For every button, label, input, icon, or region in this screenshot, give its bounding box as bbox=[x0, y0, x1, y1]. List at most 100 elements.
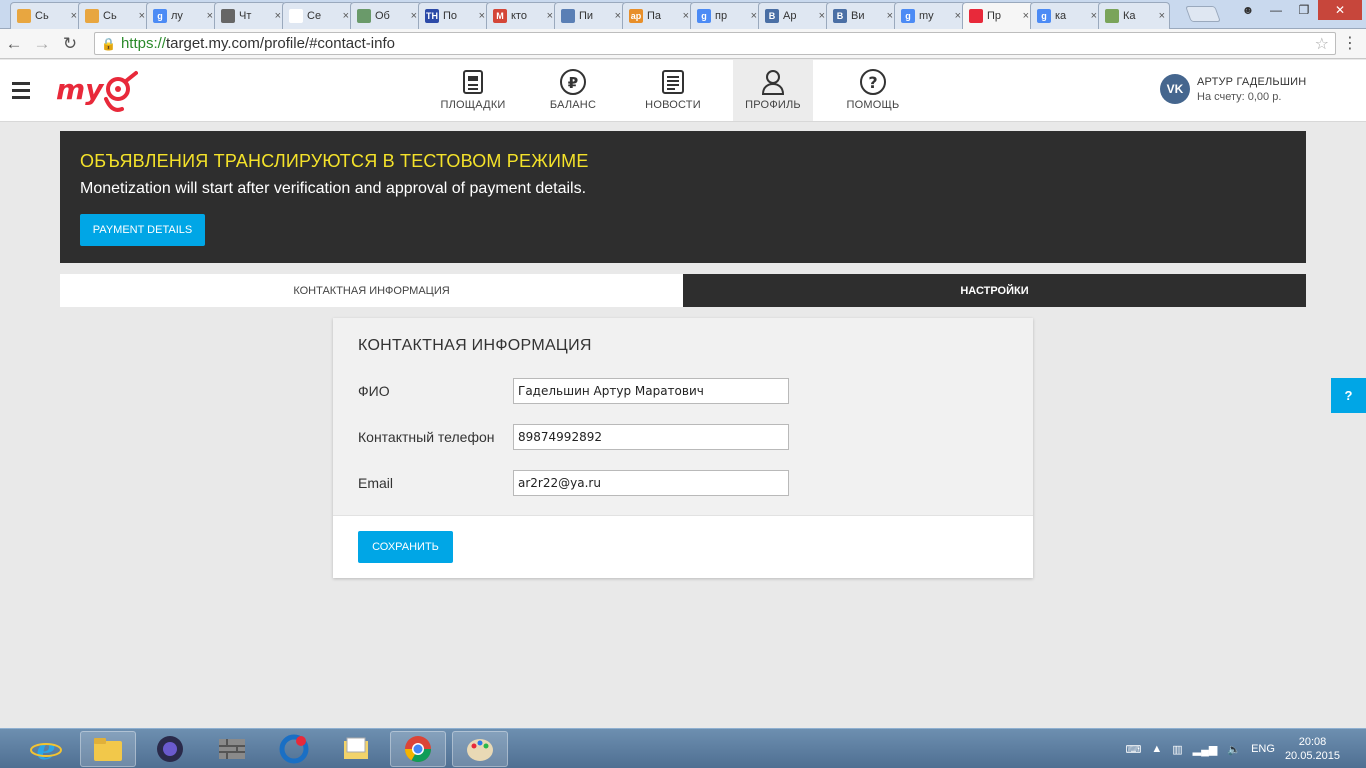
browser-tab[interactable]: Об × bbox=[350, 2, 422, 29]
tab-contact-info[interactable]: КОНТАКТНАЯ ИНФОРМАЦИЯ bbox=[60, 274, 683, 307]
tab-favicon-icon bbox=[289, 9, 303, 23]
payment-details-button[interactable]: PAYMENT DETAILS bbox=[80, 214, 205, 246]
user-account[interactable]: VK АРТУР ГАДЕЛЬШИН На счету: 0,00 р. bbox=[1160, 74, 1306, 104]
tab-close-icon[interactable]: × bbox=[547, 10, 553, 22]
tab-close-icon[interactable]: × bbox=[683, 10, 689, 22]
browser-tab[interactable]: Пр × bbox=[962, 2, 1034, 29]
profile-icon bbox=[761, 70, 785, 95]
tab-favicon-icon: M bbox=[493, 9, 507, 23]
tab-close-icon[interactable]: × bbox=[343, 10, 349, 22]
maximize-button[interactable]: ❐ bbox=[1290, 0, 1318, 20]
back-button[interactable]: ← bbox=[0, 31, 28, 57]
tab-close-icon[interactable]: × bbox=[751, 10, 757, 22]
fullname-label: ФИО bbox=[358, 383, 390, 399]
chrome-icon[interactable] bbox=[390, 731, 446, 767]
tab-close-icon[interactable]: × bbox=[1091, 10, 1097, 22]
signal-icon[interactable]: ▂▄▆ bbox=[1193, 743, 1218, 756]
new-tab-button[interactable] bbox=[1185, 6, 1221, 22]
browser-tab[interactable]: Сь × bbox=[10, 2, 82, 29]
tab-title: Пр bbox=[987, 10, 1002, 22]
browser-tab[interactable]: g my × bbox=[894, 2, 966, 29]
fullname-input[interactable] bbox=[513, 378, 789, 404]
opera-icon[interactable] bbox=[266, 731, 322, 767]
tab-favicon-icon: B bbox=[833, 9, 847, 23]
files-icon[interactable] bbox=[328, 731, 384, 767]
language-indicator[interactable]: ENG bbox=[1251, 743, 1275, 755]
browser-tab[interactable]: ар Па × bbox=[622, 2, 694, 29]
url-scheme: https:// bbox=[120, 35, 166, 52]
paint-icon[interactable] bbox=[452, 731, 508, 767]
browser-tab[interactable]: g лу × bbox=[146, 2, 218, 29]
tab-close-icon[interactable]: × bbox=[479, 10, 485, 22]
bookmark-star-icon[interactable]: ☆ bbox=[1315, 34, 1329, 54]
clock[interactable]: 20:08 20.05.2015 bbox=[1285, 735, 1340, 763]
news-icon bbox=[662, 70, 684, 94]
tab-title: кто bbox=[511, 10, 527, 22]
tab-close-icon[interactable]: × bbox=[955, 10, 961, 22]
tab-close-icon[interactable]: × bbox=[275, 10, 281, 22]
browser-tab[interactable]: Се × bbox=[282, 2, 354, 29]
phone-input[interactable] bbox=[513, 424, 789, 450]
tab-close-icon[interactable]: × bbox=[139, 10, 145, 22]
svg-text:e: e bbox=[36, 733, 55, 765]
mytarget-logo[interactable]: my bbox=[56, 69, 138, 115]
email-input[interactable] bbox=[513, 470, 789, 496]
browser-tab[interactable]: g ка × bbox=[1030, 2, 1102, 29]
ie-icon[interactable]: e bbox=[18, 731, 74, 767]
browser-tab[interactable]: g пр × bbox=[690, 2, 762, 29]
browser-tab[interactable]: ТН По × bbox=[418, 2, 490, 29]
tab-close-icon[interactable]: × bbox=[1023, 10, 1029, 22]
nav-help[interactable]: ? ПОМОЩЬ bbox=[833, 60, 913, 121]
banner-heading: ОБЪЯВЛЕНИЯ ТРАНСЛИРУЮТСЯ В ТЕСТОВОМ РЕЖИ… bbox=[80, 151, 589, 171]
hamburger-menu-icon[interactable] bbox=[12, 82, 30, 103]
tab-favicon-icon: g bbox=[697, 9, 711, 23]
tab-close-icon[interactable]: × bbox=[411, 10, 417, 22]
nav-label: БАЛАНС bbox=[549, 99, 597, 111]
browser-tab[interactable]: Mкто × bbox=[486, 2, 558, 29]
minimize-button[interactable]: — bbox=[1262, 0, 1290, 20]
tab-favicon-icon bbox=[85, 9, 99, 23]
nav-balance[interactable]: ₽ БАЛАНС bbox=[533, 60, 613, 121]
reload-button[interactable]: ↻ bbox=[56, 31, 84, 57]
browser-tab[interactable]: B Ар × bbox=[758, 2, 830, 29]
phone-label: Контактный телефон bbox=[358, 429, 495, 445]
forward-button[interactable]: → bbox=[28, 31, 56, 57]
nav-profile[interactable]: ПРОФИЛЬ bbox=[733, 60, 813, 121]
firewall-icon[interactable] bbox=[204, 731, 260, 767]
browser-menu-icon[interactable]: ⋮ bbox=[1342, 33, 1358, 53]
browser-tab[interactable]: B Ви × bbox=[826, 2, 898, 29]
browser-tab[interactable]: Сь × bbox=[78, 2, 150, 29]
site-header: my ПЛОЩАДКИ ₽ БАЛАНС НОВОСТИ ПРОФИЛЬ ? П… bbox=[0, 60, 1366, 122]
user-icon[interactable]: ☻ bbox=[1234, 0, 1262, 20]
browser-tab[interactable]: Пи × bbox=[554, 2, 626, 29]
network-icon[interactable]: ▥ bbox=[1172, 743, 1182, 756]
close-window-button[interactable]: ✕ bbox=[1318, 0, 1362, 20]
tab-title: Сь bbox=[103, 10, 117, 22]
clock-time: 20:08 bbox=[1298, 736, 1327, 748]
test-mode-banner: ОБЪЯВЛЕНИЯ ТРАНСЛИРУЮТСЯ В ТЕСТОВОМ РЕЖИ… bbox=[60, 131, 1306, 263]
tab-close-icon[interactable]: × bbox=[71, 10, 77, 22]
volume-icon[interactable]: 🔈 bbox=[1227, 743, 1241, 756]
tray-expand-icon[interactable]: ▲ bbox=[1151, 743, 1162, 755]
tab-close-icon[interactable]: × bbox=[819, 10, 825, 22]
nav-sites[interactable]: ПЛОЩАДКИ bbox=[433, 60, 513, 121]
address-bar[interactable]: 🔒 https://target.my.com/profile/#contact… bbox=[94, 32, 1336, 55]
tab-close-icon[interactable]: × bbox=[615, 10, 621, 22]
tab-title: Об bbox=[375, 10, 390, 22]
tab-title: my bbox=[919, 10, 934, 22]
save-button[interactable]: СОХРАНИТЬ bbox=[358, 531, 453, 563]
tab-close-icon[interactable]: × bbox=[207, 10, 213, 22]
help-float-button[interactable]: ? bbox=[1331, 378, 1366, 413]
explorer-icon[interactable] bbox=[80, 731, 136, 767]
browser-tab[interactable]: Чт × bbox=[214, 2, 286, 29]
ruble-icon: ₽ bbox=[560, 69, 586, 95]
tab-settings[interactable]: НАСТРОЙКИ bbox=[683, 274, 1306, 307]
media-icon[interactable] bbox=[142, 731, 198, 767]
tab-close-icon[interactable]: × bbox=[1159, 10, 1165, 22]
keyboard-icon[interactable]: ⌨ bbox=[1125, 743, 1141, 756]
nav-news[interactable]: НОВОСТИ bbox=[633, 60, 713, 121]
tab-close-icon[interactable]: × bbox=[887, 10, 893, 22]
lock-icon: 🔒 bbox=[101, 36, 116, 51]
browser-tab[interactable]: Ка × bbox=[1098, 2, 1170, 29]
contact-info-card: КОНТАКТНАЯ ИНФОРМАЦИЯ ФИО Контактный тел… bbox=[333, 318, 1033, 578]
